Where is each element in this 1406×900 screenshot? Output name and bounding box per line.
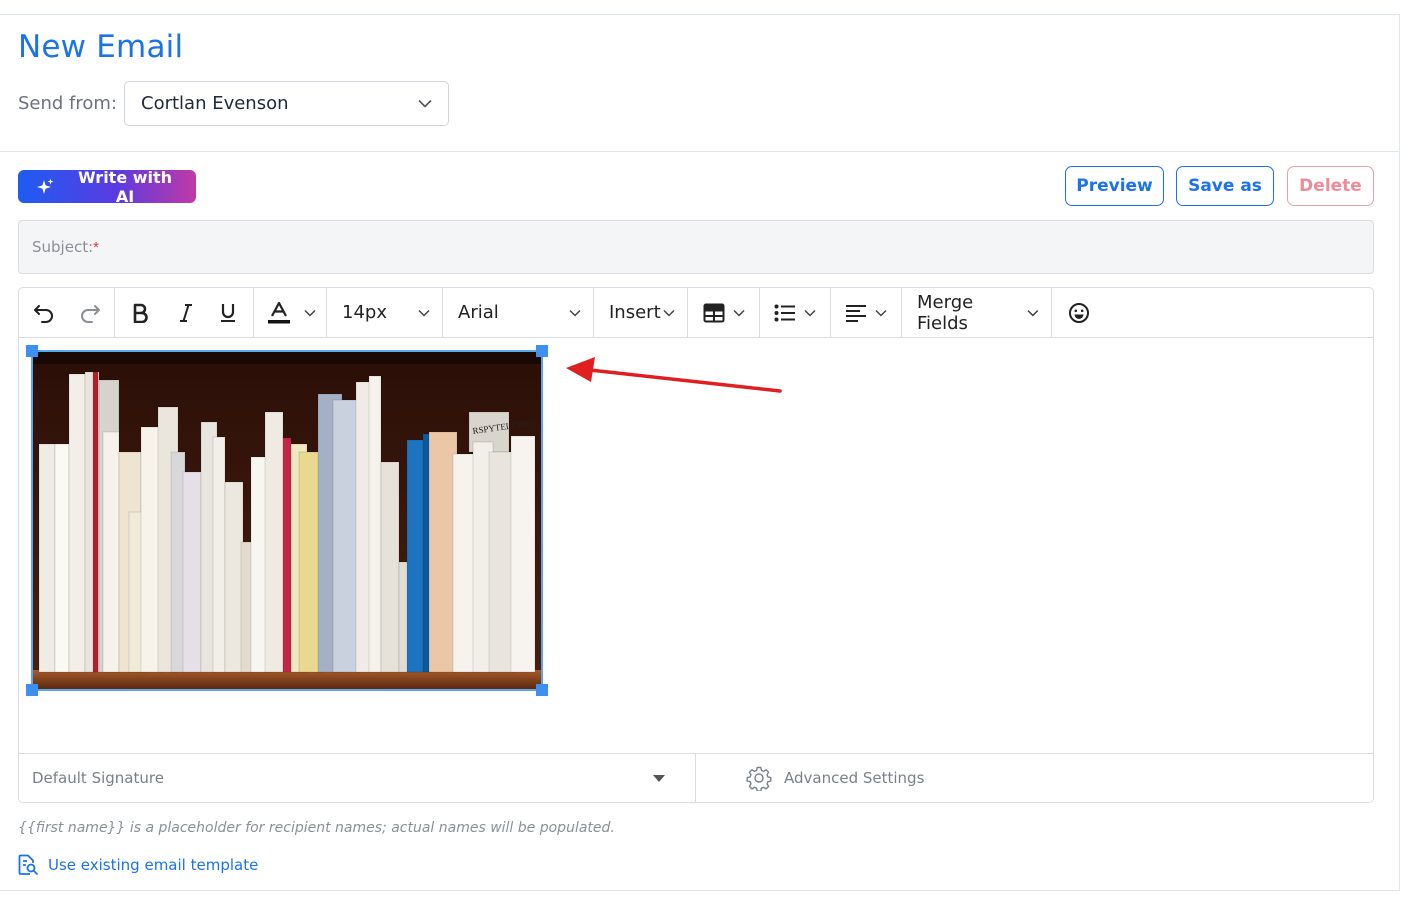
- table-menu[interactable]: [688, 288, 760, 337]
- chevron-down-icon: [663, 309, 675, 317]
- page-title: New Email: [18, 29, 184, 65]
- bookshelf-image[interactable]: RSPYTELLING: [31, 350, 543, 691]
- chevron-down-icon: [418, 309, 430, 317]
- align-icon: [846, 304, 866, 322]
- redo-button[interactable]: [69, 288, 111, 337]
- use-template-label: Use existing email template: [48, 856, 259, 874]
- write-with-ai-label: Write with AI: [77, 167, 173, 206]
- emoji-icon: [1069, 302, 1089, 323]
- font-family-select[interactable]: Arial: [443, 288, 594, 337]
- bookshelf-photo: RSPYTELLING: [33, 352, 541, 689]
- merge-fields-label: Merge Fields: [917, 291, 974, 334]
- sparkle-icon: [37, 178, 54, 194]
- placeholder-note: {{first name}} is a placeholder for reci…: [18, 820, 615, 836]
- italic-icon: [180, 303, 192, 322]
- font-family-value: Arial: [458, 302, 499, 323]
- undo-icon: [34, 304, 53, 323]
- table-icon: [703, 303, 724, 322]
- emoji-button[interactable]: [1052, 288, 1106, 337]
- preview-button[interactable]: Preview: [1065, 166, 1164, 206]
- chevron-down-icon: [569, 309, 581, 317]
- send-from-label: Send from:: [18, 93, 118, 114]
- bold-icon: [133, 303, 148, 323]
- resize-handle[interactable]: [26, 684, 38, 696]
- underline-icon: [221, 304, 235, 322]
- merge-fields-menu[interactable]: Merge Fields: [902, 288, 1052, 337]
- resize-handle[interactable]: [26, 345, 38, 357]
- history-group: [19, 288, 115, 337]
- chevron-down-icon: [732, 309, 745, 317]
- underline-button[interactable]: [207, 288, 249, 337]
- delete-button[interactable]: Delete: [1287, 166, 1374, 206]
- font-size-select[interactable]: 14px: [327, 288, 443, 337]
- gear-icon: [746, 766, 772, 791]
- bulleted-list-icon: [774, 304, 795, 321]
- chevron-down-icon: [804, 309, 816, 317]
- advanced-settings-button[interactable]: Advanced Settings: [696, 754, 924, 802]
- insert-label: Insert: [609, 302, 661, 323]
- editor-body[interactable]: RSPYTELLING: [19, 338, 1373, 753]
- header-divider: [0, 151, 1400, 152]
- redo-icon: [81, 304, 100, 323]
- chevron-down-icon: [1027, 309, 1039, 316]
- caret-down-icon: [653, 774, 665, 782]
- font-size-value: 14px: [342, 302, 387, 323]
- use-template-link[interactable]: Use existing email template: [18, 854, 258, 876]
- chevron-down-icon: [304, 309, 316, 317]
- undo-button[interactable]: [19, 288, 69, 337]
- send-from-value: Cortlan Evenson: [141, 93, 289, 114]
- text-color-icon: [268, 301, 290, 323]
- signature-value: Default Signature: [32, 769, 164, 787]
- editor-footer: Default Signature Advanced Settings: [19, 753, 1373, 802]
- save-as-button[interactable]: Save as: [1176, 166, 1274, 206]
- insert-menu[interactable]: Insert: [594, 288, 688, 337]
- bold-button[interactable]: [115, 288, 165, 337]
- text-color-button[interactable]: [254, 288, 304, 337]
- format-group: [115, 288, 254, 337]
- send-from-select[interactable]: Cortlan Evenson: [124, 81, 449, 126]
- document-search-icon: [18, 854, 38, 875]
- resize-handle[interactable]: [536, 345, 548, 357]
- text-color-group[interactable]: [254, 288, 327, 337]
- editor-toolbar: 14px Arial Insert Merge Fields: [19, 288, 1373, 338]
- resize-handle[interactable]: [536, 684, 548, 696]
- advanced-settings-label: Advanced Settings: [784, 769, 925, 787]
- align-menu[interactable]: [831, 288, 902, 337]
- subject-label: Subject:: [32, 238, 94, 256]
- subject-field[interactable]: Subject: *: [18, 220, 1374, 274]
- chevron-down-icon: [875, 309, 887, 317]
- write-with-ai-button[interactable]: Write with AI: [18, 167, 196, 206]
- chevron-down-icon: [418, 99, 432, 108]
- red-arrow-annotation: [566, 357, 782, 393]
- list-menu[interactable]: [760, 288, 831, 337]
- signature-select[interactable]: Default Signature: [19, 754, 696, 802]
- required-marker: *: [93, 238, 99, 256]
- italic-button[interactable]: [165, 288, 207, 337]
- rich-text-editor: 14px Arial Insert Merge Fields RSPYTELLI…: [18, 287, 1374, 803]
